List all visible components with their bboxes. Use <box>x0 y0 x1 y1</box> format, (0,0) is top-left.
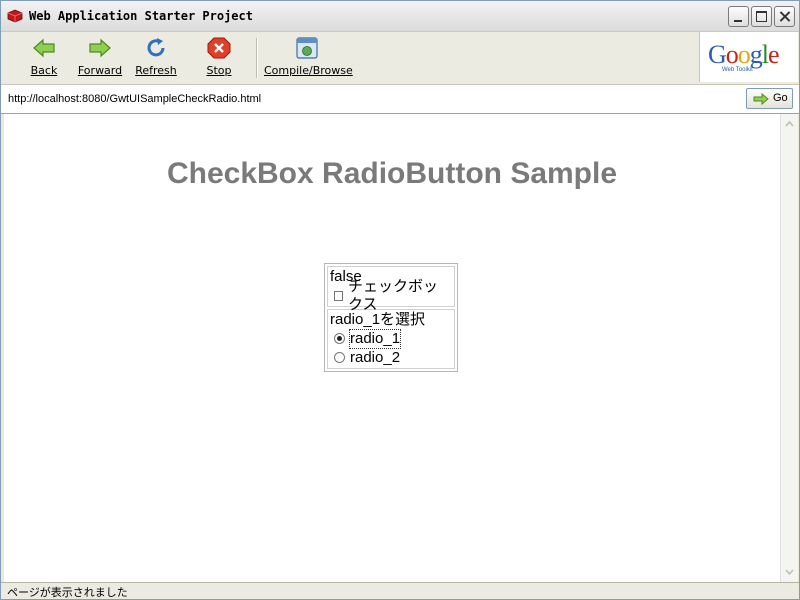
gwt-app-icon <box>7 9 23 23</box>
radio-label-2[interactable]: radio_2 <box>350 349 400 367</box>
checkbox[interactable] <box>334 290 343 301</box>
stop-label: Stop <box>206 64 232 77</box>
web-toolkit-label: Web Toolkit <box>722 67 753 73</box>
radio-button-2[interactable] <box>334 352 345 363</box>
checkbox-label[interactable]: チェックボックス <box>348 278 452 314</box>
stop-button[interactable]: Stop <box>204 37 234 81</box>
title-bar: Web Application Starter Project <box>1 1 799 32</box>
radio-row-2[interactable]: radio_2 <box>330 348 452 367</box>
google-logo: Google <box>708 40 780 69</box>
radio-status: radio_1を選択 <box>330 311 426 328</box>
window-title: Web Application Starter Project <box>29 9 253 23</box>
page-title: CheckBox RadioButton Sample <box>166 157 618 190</box>
scroll-down-icon[interactable] <box>783 565 796 578</box>
forward-button[interactable]: Forward <box>77 37 123 81</box>
maximize-button[interactable] <box>751 6 772 27</box>
sample-panel: false チェックボックス radio_1を選択 radio_1 radio_… <box>324 263 458 372</box>
vertical-scrollbar[interactable] <box>780 114 798 582</box>
go-arrow-icon <box>753 93 769 105</box>
minimize-button[interactable] <box>728 6 749 27</box>
app-window: Web Application Starter Project Back For… <box>0 0 800 600</box>
checkbox-row[interactable]: チェックボックス <box>330 278 452 313</box>
stop-icon <box>207 37 231 59</box>
forward-arrow-icon <box>89 38 111 58</box>
compile-browse-label: Compile/Browse <box>264 64 353 77</box>
refresh-label: Refresh <box>135 64 177 77</box>
toolbar-separator <box>256 38 258 78</box>
refresh-icon <box>147 38 165 57</box>
status-text: ページが表示されました <box>7 586 128 599</box>
page-content: CheckBox RadioButton Sample false チェックボッ… <box>4 114 780 582</box>
radio-cell: radio_1を選択 radio_1 radio_2 <box>327 309 455 369</box>
gwt-logo-panel: Google Web Toolkit <box>699 32 798 82</box>
address-bar: http://localhost:8080/GwtUISampleCheckRa… <box>1 85 799 114</box>
go-button[interactable]: Go <box>746 88 793 109</box>
status-bar: ページが表示されました <box>1 582 799 599</box>
radio-label-1[interactable]: radio_1 <box>348 328 402 349</box>
checkbox-cell: false チェックボックス <box>327 266 455 313</box>
radio-button-1[interactable] <box>334 333 345 344</box>
url-field[interactable]: http://localhost:8080/GwtUISampleCheckRa… <box>8 93 261 105</box>
back-label: Back <box>30 64 58 77</box>
browser-toolbar: Back Forward Refresh Stop Compile/Browse… <box>1 32 799 85</box>
compile-browse-icon <box>296 37 318 59</box>
forward-label: Forward <box>77 64 123 77</box>
back-button[interactable]: Back <box>28 37 60 81</box>
refresh-button[interactable]: Refresh <box>134 37 178 81</box>
compile-browse-button[interactable]: Compile/Browse <box>264 37 353 81</box>
scroll-up-icon[interactable] <box>783 118 796 131</box>
close-window-button[interactable] <box>774 6 795 27</box>
go-label: Go <box>773 92 788 104</box>
back-arrow-icon <box>33 38 55 58</box>
radio-row-1[interactable]: radio_1 <box>330 328 452 349</box>
